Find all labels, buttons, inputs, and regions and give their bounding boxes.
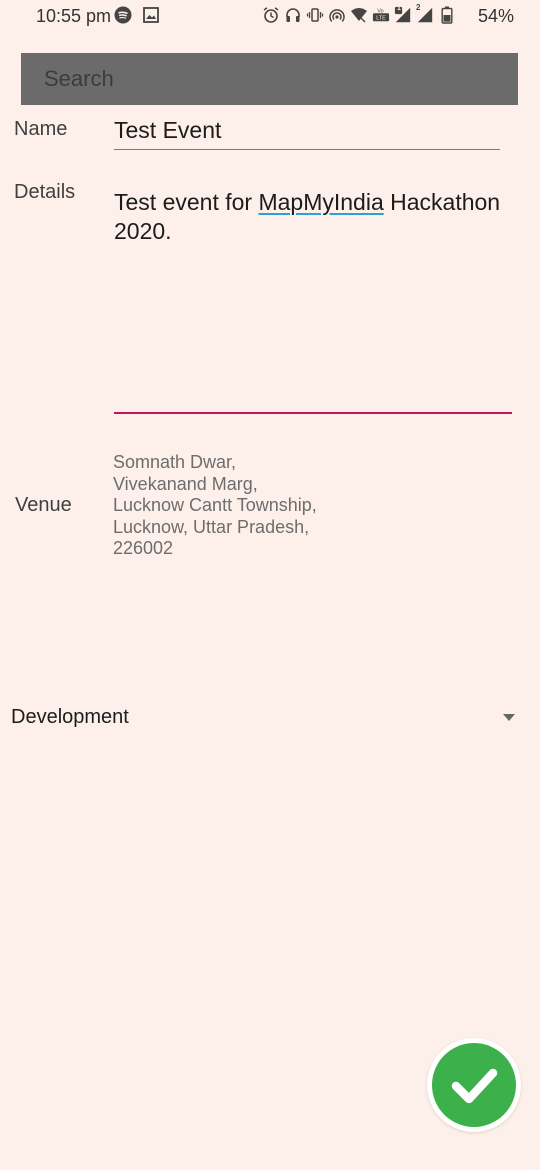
- checkmark-icon: [451, 1068, 498, 1104]
- sim1-badge: 1: [397, 5, 401, 12]
- venue-line: Somnath Dwar,: [113, 452, 237, 472]
- signal-icon: 1: [394, 5, 412, 24]
- search-input[interactable]: [42, 65, 518, 93]
- confirm-button-circle: [432, 1043, 516, 1127]
- category-dropdown[interactable]: Development: [11, 702, 521, 734]
- venue-address[interactable]: Somnath Dwar, Vivekanand Marg, Lucknow C…: [113, 452, 317, 560]
- confirm-button[interactable]: [427, 1038, 521, 1132]
- spotify-icon: [114, 6, 132, 24]
- details-label: Details: [14, 181, 76, 203]
- venue-label: Venue: [15, 494, 72, 516]
- details-flagged-word[interactable]: MapMyIndia: [258, 189, 383, 215]
- details-field[interactable]: Test event for MapMyIndia Hackathon 2020…: [114, 188, 512, 414]
- search-bar[interactable]: [21, 53, 518, 105]
- vibrate-icon: [306, 6, 324, 24]
- venue-line: Lucknow Cantt Township,: [113, 495, 317, 515]
- status-time: 10:55 pm: [36, 6, 112, 26]
- venue-line: 226002: [113, 538, 174, 558]
- status-bar: 10:55 pm LTE Vo 1 2 54%: [0, 0, 540, 34]
- category-value: Development: [11, 706, 129, 728]
- status-left-icons: [114, 6, 160, 24]
- battery-icon: [438, 6, 456, 24]
- dropdown-arrow-icon: [503, 714, 515, 721]
- name-value: Test Event: [114, 117, 222, 143]
- status-right-icons: LTE Vo 1 2: [262, 3, 456, 24]
- name-field[interactable]: Test Event: [114, 114, 500, 150]
- svg-text:Vo: Vo: [377, 8, 383, 14]
- sim2-badge: 2: [416, 3, 421, 12]
- battery-percent: 54%: [477, 6, 514, 26]
- signal-icon: 2: [416, 3, 434, 24]
- wifi-icon: [350, 6, 368, 24]
- image-icon: [142, 6, 160, 24]
- venue-line: Lucknow, Uttar Pradesh,: [113, 516, 310, 537]
- svg-text:LTE: LTE: [376, 16, 386, 22]
- headset-icon: [284, 6, 302, 24]
- venue-line: Vivekanand Marg,: [113, 473, 258, 494]
- alarm-icon: [262, 6, 280, 24]
- name-label: Name: [14, 118, 68, 140]
- volte-icon: LTE Vo: [372, 6, 390, 24]
- details-text-before: Test event for: [114, 189, 259, 215]
- hotspot-icon: [328, 6, 346, 24]
